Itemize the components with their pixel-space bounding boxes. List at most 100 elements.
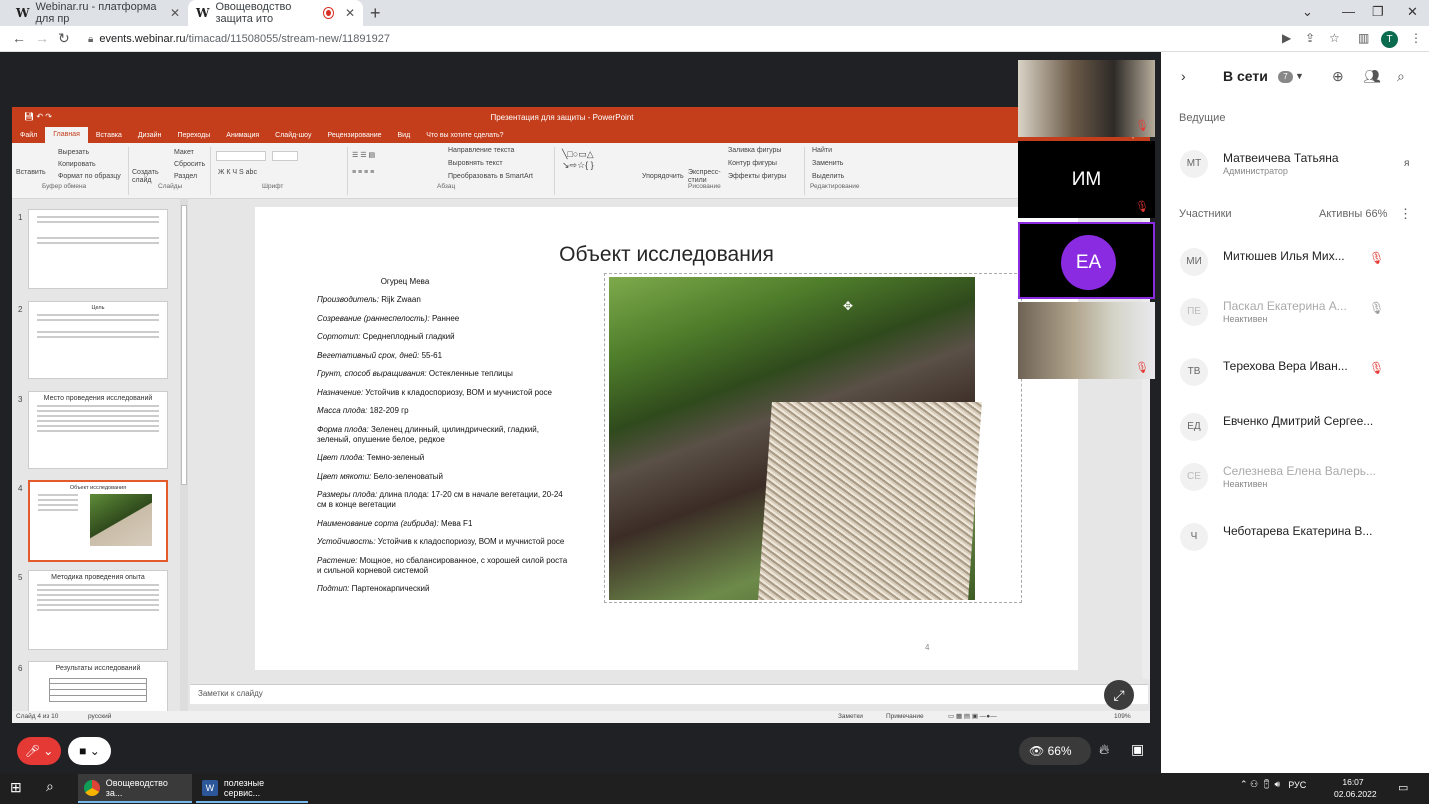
ppt-select: Выделить bbox=[812, 173, 845, 180]
property-label: Цвет мякоти: bbox=[317, 471, 372, 481]
property-value: Среднеплодный гладкий bbox=[360, 332, 455, 341]
status-zoom: 109% bbox=[1114, 713, 1131, 720]
slide-title: Объект исследования bbox=[559, 243, 774, 266]
taskbar-search-icon[interactable]: ⌕ bbox=[46, 778, 54, 795]
slide-property: Масса плода: 182-209 гр bbox=[317, 406, 569, 416]
url-field[interactable]: 🔒︎ events.webinar.ru/timacad/11508055/st… bbox=[88, 30, 1268, 48]
chrome-icon bbox=[84, 779, 100, 796]
restore-icon[interactable]: ❐ bbox=[1372, 4, 1384, 20]
participant-row[interactable]: ПЕ Паскал Екатерина А... Неактивен 🎙︎ bbox=[1161, 288, 1429, 338]
close-tab-icon[interactable]: ✕ bbox=[345, 6, 355, 20]
slide-property: Устойчивость: Устойчив к кладоспориозу, … bbox=[317, 537, 569, 547]
microphone-toggle-button[interactable]: 🎤︎ ⌄ bbox=[17, 737, 61, 765]
browser-tab-active[interactable]: W Овощеводство защита ито ✕ bbox=[188, 0, 363, 26]
taskbar-app-label: Овощеводство за... bbox=[105, 777, 168, 798]
participant-name: Евченко Дмитрий Сергее... bbox=[1223, 414, 1374, 428]
property-value: Мева F1 bbox=[438, 518, 473, 528]
collapse-sidebar-chevron-icon[interactable]: › bbox=[1181, 68, 1186, 84]
reactions-fire-icon[interactable]: 🔥︎ bbox=[1099, 741, 1109, 758]
participant-row[interactable]: Ч Чеботарева Екатерина В... bbox=[1161, 513, 1429, 563]
video-tile-host[interactable]: 🎙︎ bbox=[1018, 60, 1155, 137]
participant-name: Митюшев Илья Мих... bbox=[1223, 249, 1345, 263]
ppt-tab-transitions: Переходы bbox=[177, 131, 211, 139]
slide-thumbnail: Место проведения исследований bbox=[28, 391, 168, 469]
close-window-icon[interactable]: ✕ bbox=[1407, 4, 1418, 20]
share-icon[interactable]: ⇪ bbox=[1305, 31, 1315, 45]
thumbnail-scrollbar bbox=[180, 199, 188, 713]
mic-muted-icon: 🎙︎ bbox=[1135, 120, 1149, 132]
minimize-icon[interactable]: — bbox=[1342, 4, 1355, 19]
viewer-attention-badge[interactable]: 👁︎ 66% bbox=[1019, 737, 1091, 765]
avatar: ТВ bbox=[1180, 358, 1208, 386]
slide-property: Форма плода: Зеленец длинный, цилиндриче… bbox=[317, 425, 569, 445]
ppt-group-font: Шрифт bbox=[262, 183, 284, 190]
participant-row[interactable]: ЕД Евченко Дмитрий Сергее... bbox=[1161, 403, 1429, 453]
video-tile-participant[interactable]: 🎙︎ bbox=[1018, 302, 1155, 379]
camera-permission-icon[interactable]: ▶ bbox=[1282, 31, 1291, 45]
ppt-cut: Вырезать bbox=[58, 149, 90, 156]
lock-icon: 🔒︎ bbox=[88, 33, 94, 45]
add-icon[interactable]: ⊕ bbox=[1332, 68, 1344, 85]
picture-in-picture-icon[interactable]: ▣ bbox=[1131, 741, 1144, 758]
tab-search-icon[interactable]: ⌄ bbox=[1302, 4, 1313, 20]
browser-tab-webinar[interactable]: W Webinar.ru - платформа для пр ✕ bbox=[8, 0, 188, 26]
property-label: Устойчивость: bbox=[317, 537, 376, 546]
ppt-shapes-gallery-icon: ╲□○▭△ ↘⇨☆{ } bbox=[562, 149, 594, 170]
photo-selection-frame bbox=[604, 273, 1022, 603]
thumb-number: 6 bbox=[18, 664, 23, 673]
taskbar-chrome-app[interactable]: Овощеводство за... bbox=[78, 774, 192, 803]
tray-language[interactable]: РУС bbox=[1288, 780, 1306, 790]
side-panel-icon[interactable]: ▥ bbox=[1358, 31, 1369, 45]
property-label: Масса плода: bbox=[317, 406, 368, 415]
back-icon[interactable]: ← bbox=[12, 30, 26, 46]
search-icon[interactable]: ⌕ bbox=[1397, 68, 1405, 85]
forward-icon[interactable]: → bbox=[35, 30, 49, 46]
profile-avatar[interactable]: T bbox=[1381, 31, 1398, 48]
browser-menu-icon[interactable]: ⋮ bbox=[1410, 31, 1422, 45]
camera-toggle-button[interactable]: ■ ⌄ bbox=[68, 737, 111, 765]
slide-thumbnail: Результаты исследований bbox=[28, 661, 168, 713]
ppt-group-clipboard: Буфер обмена bbox=[42, 183, 87, 190]
fullscreen-presentation-button[interactable]: ⤢ bbox=[1104, 680, 1134, 710]
chevron-down-icon[interactable]: ▼ bbox=[1295, 71, 1304, 81]
url-path: /timacad/11508055/stream-new/11891927 bbox=[185, 33, 390, 45]
group-icon[interactable]: 👥︎ bbox=[1363, 68, 1381, 85]
tray-icons[interactable]: ⌃ ⚇ 🔋︎ 🔊︎ bbox=[1240, 779, 1280, 790]
ppt-reset: Сбросить bbox=[174, 161, 206, 168]
ppt-tab-file: Файл bbox=[20, 131, 38, 139]
url-host: events.webinar.ru bbox=[99, 33, 186, 45]
participant-status: Неактивен bbox=[1223, 479, 1268, 489]
ppt-tab-view: Вид bbox=[397, 131, 411, 139]
windows-start-icon[interactable]: ⊞ bbox=[10, 779, 22, 796]
taskbar-word-app[interactable]: W полезные сервис... bbox=[196, 774, 308, 803]
system-tray: ⌃ ⚇ 🔋︎ 🔊︎ РУС bbox=[1240, 779, 1306, 790]
participant-row[interactable]: ТВ Терехова Вера Иван... 🎙︎ bbox=[1161, 348, 1429, 398]
taskbar-clock[interactable]: 16:07 02.06.2022 bbox=[1334, 776, 1377, 800]
ppt-section: Раздел bbox=[174, 173, 198, 180]
ppt-new-slide: Создать слайд bbox=[132, 169, 159, 184]
slide-property: Вегетативный срок, дней: 55-61 bbox=[317, 351, 569, 361]
ppt-tab-review: Рецензирование bbox=[327, 131, 382, 139]
host-row[interactable]: МТ Матвеичева Татьяна Администратор bbox=[1161, 140, 1429, 190]
more-options-icon[interactable]: ⋮ bbox=[1399, 206, 1412, 222]
address-bar: ← → ↻ 🔒︎ events.webinar.ru/timacad/11508… bbox=[0, 26, 1429, 52]
notifications-icon[interactable]: ▭ bbox=[1398, 781, 1408, 794]
participant-row[interactable]: СЕ Селезнева Елена Валерь... Неактивен bbox=[1161, 453, 1429, 503]
tab-title: Овощеводство защита ито bbox=[215, 1, 292, 25]
thumb-number: 5 bbox=[18, 573, 23, 582]
ppt-replace: Заменить bbox=[812, 160, 844, 167]
clock-time: 16:07 bbox=[1342, 777, 1364, 787]
eye-icon: 👁︎ bbox=[1029, 744, 1048, 758]
property-label: Подтип: bbox=[317, 584, 350, 593]
video-tile-ea[interactable]: ЕА bbox=[1018, 222, 1155, 299]
new-tab-button[interactable]: + bbox=[370, 3, 381, 24]
close-tab-icon[interactable]: ✕ bbox=[170, 6, 180, 20]
status-notes: Заметки bbox=[838, 713, 863, 720]
reload-icon[interactable]: ↻ bbox=[58, 30, 70, 47]
bookmark-star-icon[interactable]: ☆ bbox=[1329, 31, 1340, 45]
property-value: 182-209 гр bbox=[367, 406, 409, 415]
video-tile-im[interactable]: ИМ 🎙︎ bbox=[1018, 141, 1155, 218]
online-dropdown-title[interactable]: В сети bbox=[1223, 68, 1268, 84]
property-label: Производитель: bbox=[317, 295, 379, 304]
participant-row[interactable]: МИ Митюшев Илья Мих... 🎙︎ bbox=[1161, 238, 1429, 288]
